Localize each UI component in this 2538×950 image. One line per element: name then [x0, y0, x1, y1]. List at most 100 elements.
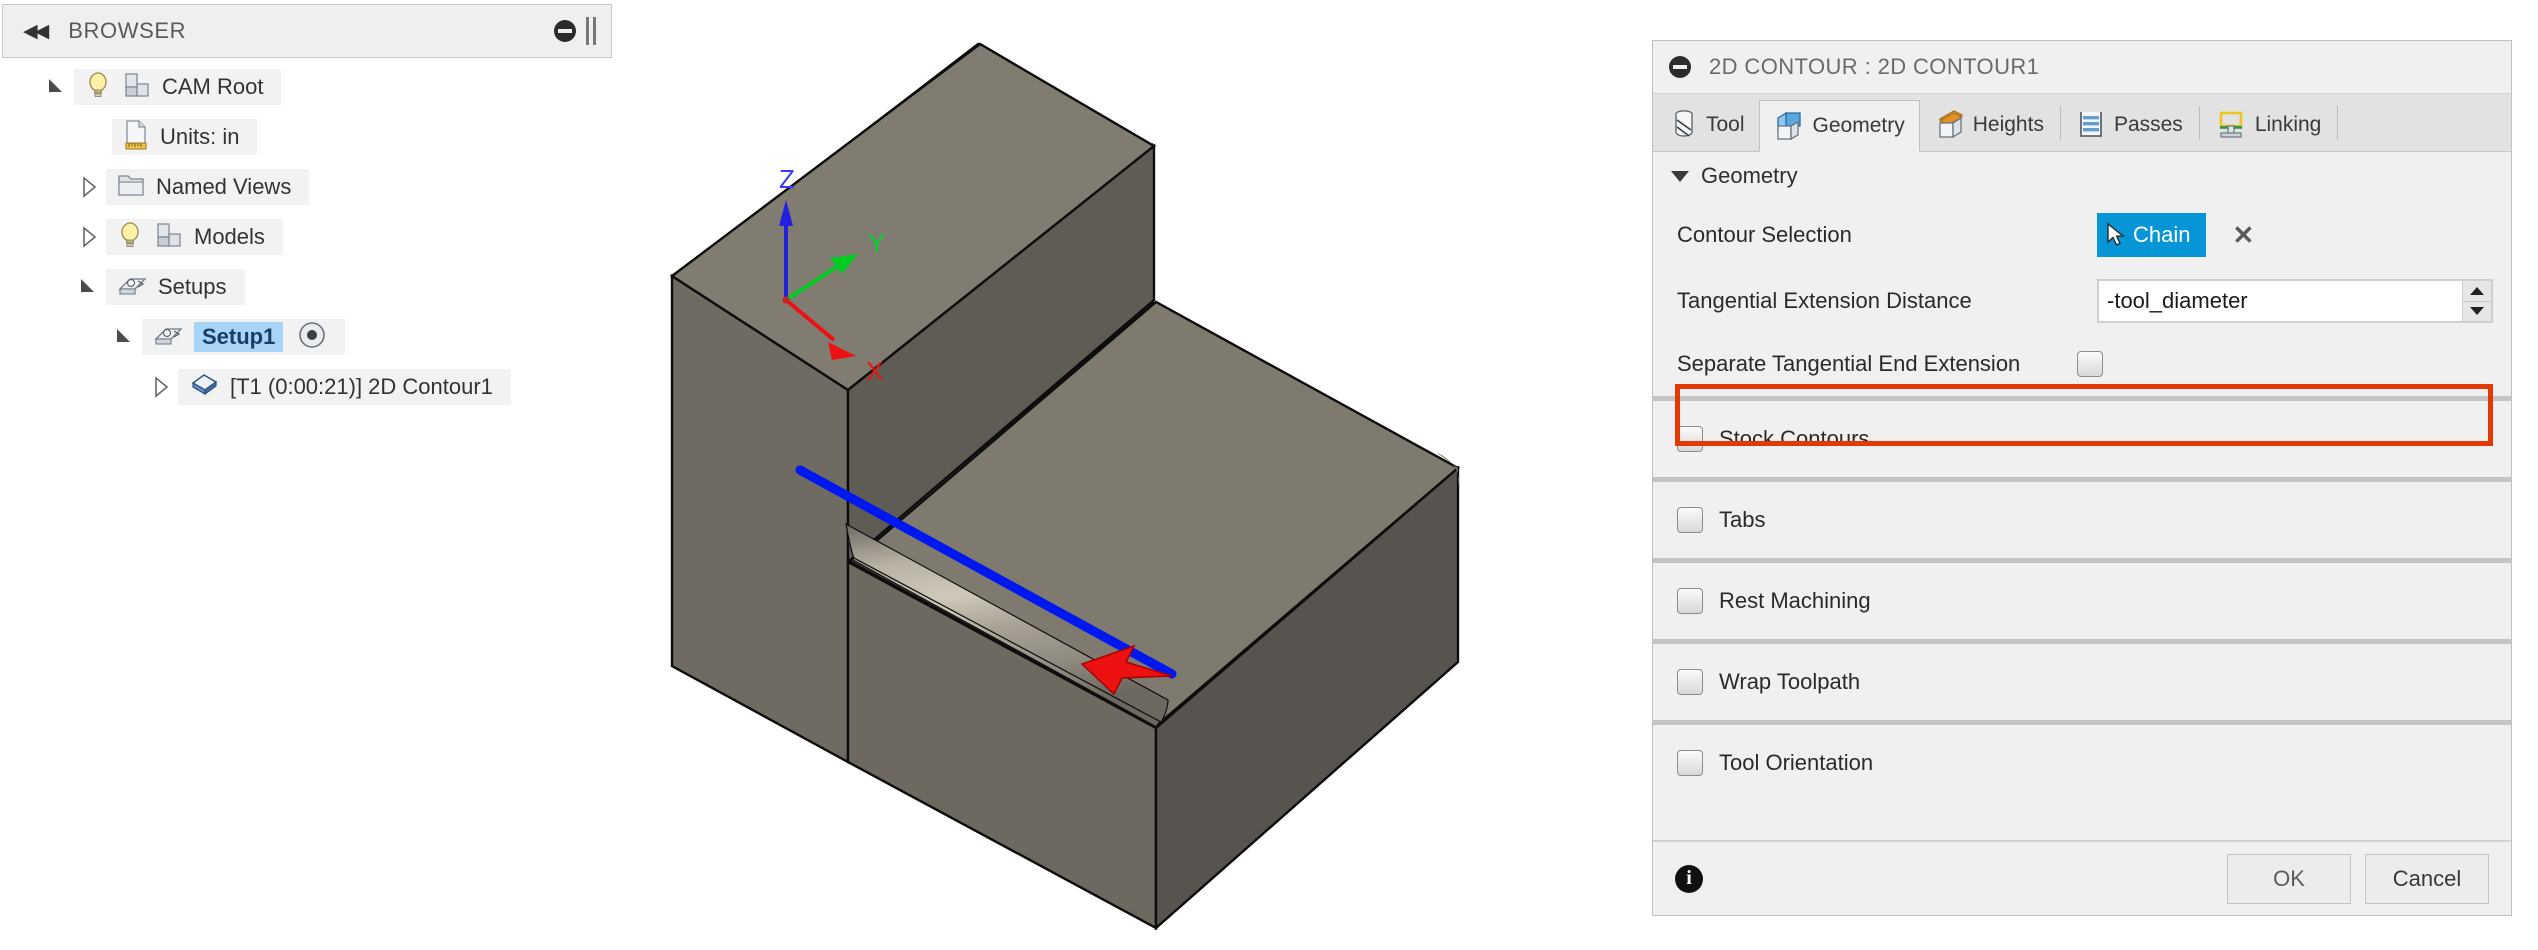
section-label: Stock Contours [1719, 426, 1870, 451]
3d-viewport[interactable]: Z Y X [616, 0, 1650, 950]
contour-selection-row: Contour Selection Chain ✕ [1653, 200, 2511, 270]
tab-separator [2337, 105, 2339, 140]
spinner-buttons[interactable] [2462, 281, 2491, 321]
tree-row[interactable]: CAM Root [0, 62, 616, 112]
chain-button-label: Chain [2133, 222, 2191, 247]
minimize-icon[interactable] [554, 20, 576, 42]
tree-item-label: Models [194, 224, 265, 249]
tree-item-setup1[interactable]: Setup1 [142, 319, 346, 355]
section-wrap-toolpath[interactable]: Wrap Toolpath [1653, 644, 2511, 720]
expand-arrow-open-icon[interactable] [44, 74, 70, 100]
folder-icon [116, 171, 146, 204]
tree-item-label: Setups [158, 274, 227, 299]
section-tool-orientation[interactable]: Tool Orientation [1653, 725, 2511, 801]
tab-linking[interactable]: Linking [2202, 99, 2336, 151]
dialog-titlebar: 2D CONTOUR : 2D CONTOUR1 [1653, 41, 2511, 94]
expand-arrow-open-icon[interactable] [112, 324, 138, 350]
tree-item-models[interactable]: Models [106, 219, 283, 255]
setup-icon [116, 271, 148, 304]
contour-selection-label: Contour Selection [1677, 222, 1852, 247]
section-label: Tabs [1719, 507, 1766, 532]
info-icon[interactable]: i [1675, 864, 1703, 893]
model-render[interactable]: Z Y X [616, 0, 1650, 950]
browser-header-controls [554, 17, 597, 45]
blue-box-icon [1774, 110, 1804, 142]
collapse-panel-icon[interactable]: ◀◀ [23, 22, 49, 41]
browser-panel-title: BROWSER [68, 18, 187, 43]
tree-row[interactable]: [T1 (0:00:21)] 2D Contour1 [0, 362, 616, 412]
striped-box-icon [2077, 109, 2105, 141]
cancel-button[interactable]: Cancel [2365, 853, 2489, 904]
tab-heights[interactable]: Heights [1920, 99, 2058, 151]
tab-tool[interactable]: Tool [1657, 99, 1759, 151]
expand-arrow-closed-icon[interactable] [76, 174, 102, 200]
wrap-toolpath-checkbox[interactable] [1677, 669, 1703, 695]
dialog-minimize-icon[interactable] [1669, 56, 1691, 78]
separate-end-extension-checkbox[interactable] [2077, 351, 2103, 377]
tree-row[interactable]: Units: in [0, 112, 616, 162]
tree-row[interactable]: Models [0, 212, 616, 262]
tab-label: Passes [2113, 113, 2183, 136]
2d-contour-dialog: 2D CONTOUR : 2D CONTOUR1 Tool Geometry H… [1652, 40, 2512, 916]
tangential-extension-field[interactable] [2097, 279, 2493, 323]
tree-item-label: CAM Root [162, 74, 264, 99]
linking-box-icon [2216, 109, 2246, 141]
model-cube-icon[interactable] [122, 70, 152, 105]
tree-item-named-views[interactable]: Named Views [106, 169, 310, 205]
tab-geometry[interactable]: Geometry [1758, 100, 1920, 152]
cursor-arrow-icon [2105, 222, 2127, 248]
expand-arrow-open-icon[interactable] [76, 274, 102, 300]
tab-separator [2059, 105, 2061, 140]
tree-item-cam-root[interactable]: CAM Root [74, 69, 282, 105]
rest-machining-checkbox[interactable] [1677, 588, 1703, 614]
model-cube-icon[interactable] [154, 220, 184, 255]
orange-box-icon [1934, 109, 1964, 141]
clear-selection-icon[interactable]: ✕ [2232, 222, 2254, 248]
axis-label-y: Y [868, 228, 885, 258]
section-label: Tool Orientation [1719, 750, 1874, 775]
setup-icon [152, 321, 184, 354]
expand-arrow-closed-icon[interactable] [148, 374, 174, 400]
endmill-icon [1671, 108, 1697, 142]
active-target-icon[interactable] [297, 320, 327, 355]
expand-arrow-closed-icon[interactable] [76, 224, 102, 250]
tree-item-label: [T1 (0:00:21)] 2D Contour1 [230, 374, 493, 399]
tree-item-label: Named Views [156, 174, 292, 199]
spinner-down-icon[interactable] [2463, 301, 2491, 321]
browser-tree: CAM Root Units: in Named Views Models Se… [0, 62, 616, 412]
dialog-footer: i OK Cancel [1653, 841, 2511, 915]
dialog-title: 2D CONTOUR : 2D CONTOUR1 [1709, 54, 2040, 79]
tree-row[interactable]: Setup1 [0, 312, 616, 362]
tabs-checkbox[interactable] [1677, 507, 1703, 533]
tree-item-label: Units: in [160, 124, 240, 149]
tangential-extension-input[interactable] [2099, 281, 2462, 321]
tree-item-units[interactable]: Units: in [112, 119, 258, 156]
tree-item-setups[interactable]: Setups [106, 269, 245, 305]
section-rest-machining[interactable]: Rest Machining [1653, 563, 2511, 639]
bulb-icon[interactable] [116, 220, 144, 255]
section-label: Rest Machining [1719, 588, 1871, 613]
section-stock-contours[interactable]: Stock Contours [1653, 401, 2511, 477]
spinner-up-icon[interactable] [2463, 281, 2491, 302]
section-label: Wrap Toolpath [1719, 669, 1861, 694]
panel-grip-icon[interactable] [586, 17, 589, 45]
stock-contours-checkbox[interactable] [1677, 426, 1703, 452]
tree-row[interactable]: Named Views [0, 162, 616, 212]
separate-end-extension-row: Separate Tangential End Extension [1653, 332, 2511, 396]
separate-end-extension-label: Separate Tangential End Extension [1677, 351, 2021, 376]
tree-item-2d-contour1[interactable]: [T1 (0:00:21)] 2D Contour1 [178, 369, 511, 405]
tool-orientation-checkbox[interactable] [1677, 750, 1703, 776]
chevron-down-icon[interactable] [1671, 170, 1689, 182]
tab-label: Linking [2254, 113, 2322, 136]
tab-label: Geometry [1812, 114, 1905, 137]
ok-button[interactable]: OK [2227, 853, 2351, 904]
tab-passes[interactable]: Passes [2063, 99, 2197, 151]
dialog-body: Geometry Contour Selection Chain ✕ Tange… [1653, 152, 2511, 841]
tree-row[interactable]: Setups [0, 262, 616, 312]
section-tabs[interactable]: Tabs [1653, 482, 2511, 558]
chain-select-button[interactable]: Chain [2097, 213, 2207, 257]
geometry-group-header[interactable]: Geometry [1653, 152, 2511, 200]
tab-separator [2198, 105, 2200, 140]
bulb-icon[interactable] [84, 70, 112, 105]
units-document-icon [122, 119, 150, 156]
